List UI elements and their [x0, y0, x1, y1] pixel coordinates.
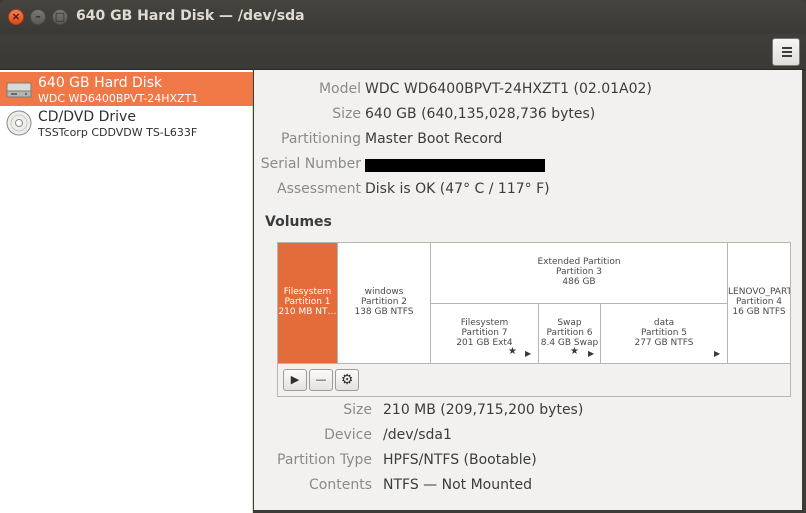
play-icon: ▶	[714, 349, 721, 358]
volume-contents-value: NTFS — Not Mounted	[383, 477, 532, 493]
volume-size: 138 GB NTFS	[354, 307, 414, 317]
size-value: 640 GB (640,135,028,736 bytes)	[365, 106, 596, 122]
volume-type: Filesystem	[460, 318, 509, 328]
partition-options-button[interactable]: ⚙	[335, 369, 359, 391]
volume-partition-3-extended[interactable]: Extended Partition Partition 3 486 GB	[431, 243, 728, 303]
volume-size: 16 GB NTFS	[732, 307, 786, 317]
volume-partition: Partition 1	[284, 297, 331, 307]
model-value: WDC WD6400BPVT-24HXZT1 (02.01A02)	[365, 81, 652, 97]
serial-label: Serial Number	[260, 156, 361, 172]
minimize-window-button[interactable]: –	[30, 9, 46, 25]
hard-disk-icon	[6, 82, 32, 98]
minus-icon: —	[315, 373, 327, 386]
disk-details-pane: Model WDC WD6400BPVT-24HXZT1 (02.01A02) …	[254, 70, 802, 510]
drive-name: CD/DVD Drive	[38, 109, 136, 125]
window-title: 640 GB Hard Disk — /dev/sda	[76, 8, 305, 24]
volume-device-value: /dev/sda1	[383, 427, 452, 443]
volume-partition: Partition 7	[461, 328, 508, 338]
serial-value-redacted	[365, 159, 545, 172]
app-menu-button[interactable]	[772, 38, 800, 66]
drive-list: 640 GB Hard Disk WDC WD6400BPVT-24HXZT1 …	[0, 70, 253, 513]
play-icon: ▶	[525, 349, 532, 358]
volume-partition: Partition 6	[546, 328, 593, 338]
volume-size: 486 GB	[562, 277, 596, 287]
mount-button[interactable]: ▶	[283, 369, 307, 391]
volume-partition-1[interactable]: Filesystem Partition 1 210 MB NT…	[278, 243, 338, 363]
volume-partition-6[interactable]: Swap Partition 6 8.4 GB Swap ★ ▶	[539, 304, 601, 363]
volume-size-value: 210 MB (209,715,200 bytes)	[383, 402, 584, 418]
volume-partition-4[interactable]: LENOVO_PART Partition 4 16 GB NTFS	[728, 243, 790, 363]
model-label: Model	[318, 81, 361, 97]
volume-contents-label: Contents	[309, 477, 372, 493]
volumes-heading: Volumes	[265, 214, 332, 230]
partitioning-value: Master Boot Record	[365, 131, 503, 147]
volume-type: Extended Partition	[537, 257, 621, 267]
volume-partition-7[interactable]: Filesystem Partition 7 201 GB Ext4 ★ ▶	[431, 304, 539, 363]
maximize-icon: □	[54, 10, 66, 23]
volume-type: data	[653, 318, 675, 328]
volume-partition: Partition 3	[555, 267, 603, 277]
volume-size: 201 GB Ext4	[456, 338, 513, 348]
volume-type: Swap	[557, 318, 582, 328]
volume-partition: Partition 5	[640, 328, 688, 338]
volume-type: Filesystem	[283, 287, 332, 297]
volume-size: 210 MB NT…	[278, 307, 337, 317]
volume-size-label: Size	[343, 402, 372, 418]
volume-partition: Partition 4	[735, 297, 783, 307]
maximize-window-button[interactable]: □	[52, 9, 68, 25]
partitioning-label: Partitioning	[281, 131, 361, 147]
gear-icon: ⚙	[340, 372, 354, 388]
drive-item-cd-dvd[interactable]: CD/DVD Drive TSSTcorp CDDVDW TS-L633F	[0, 106, 253, 140]
volume-size: 277 GB NTFS	[634, 338, 694, 348]
assessment-value: Disk is OK (47° C / 117° F)	[365, 181, 550, 197]
volume-partition-5[interactable]: data Partition 5 277 GB NTFS ▶	[601, 304, 728, 363]
star-icon: ★	[508, 346, 517, 357]
volume-type: windows	[364, 287, 404, 297]
star-icon: ★	[570, 346, 579, 357]
drive-model: WDC WD6400BPVT-24HXZT1	[38, 92, 199, 105]
close-window-button[interactable]: ×	[8, 9, 24, 25]
volume-device-label: Device	[324, 427, 372, 443]
volume-type: LENOVO_PART	[728, 287, 790, 297]
volume-type-label: Partition Type	[277, 452, 372, 468]
close-icon: ×	[11, 10, 21, 23]
volume-actions-toolbar: ▶ — ⚙	[278, 363, 790, 396]
volume-partition-2[interactable]: windows Partition 2 138 GB NTFS	[338, 243, 431, 363]
volumes-map: Filesystem Partition 1 210 MB NT… window…	[277, 242, 791, 397]
drive-model: TSSTcorp CDDVDW TS-L633F	[38, 126, 198, 139]
drive-name: 640 GB Hard Disk	[38, 75, 163, 91]
delete-partition-button[interactable]: —	[309, 369, 333, 391]
header-toolbar	[0, 34, 806, 70]
volume-partition: Partition 2	[360, 297, 408, 307]
title-bar: × – □ 640 GB Hard Disk — /dev/sda	[0, 0, 806, 34]
minimize-icon: –	[35, 10, 41, 23]
optical-disc-icon	[6, 110, 32, 136]
assessment-label: Assessment	[277, 181, 361, 197]
volume-type-value: HPFS/NTFS (Bootable)	[383, 452, 537, 468]
play-icon: ▶	[290, 373, 300, 386]
play-icon: ▶	[588, 349, 595, 358]
size-label: Size	[332, 106, 361, 122]
drive-item-hard-disk[interactable]: 640 GB Hard Disk WDC WD6400BPVT-24HXZT1	[0, 72, 253, 106]
